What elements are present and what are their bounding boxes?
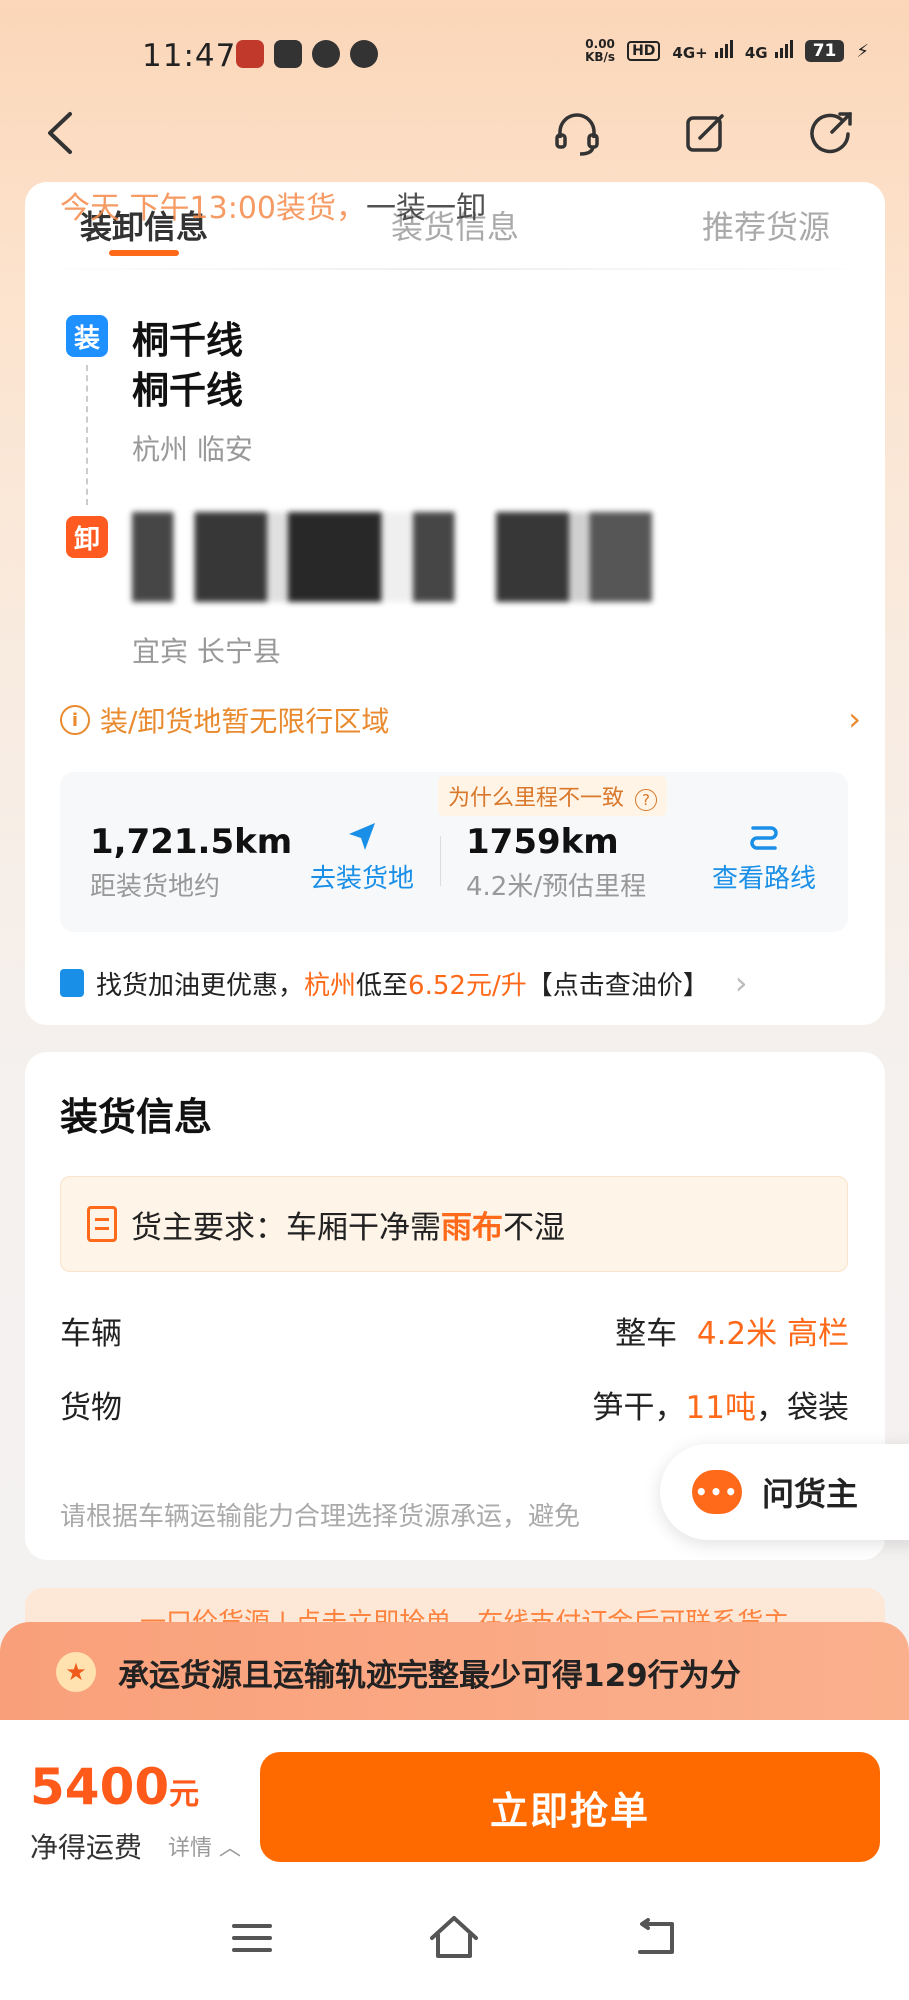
home-icon[interactable] bbox=[428, 1914, 480, 1960]
back-nav-icon[interactable] bbox=[634, 1918, 678, 1958]
route-dash-line bbox=[86, 365, 88, 505]
battery-icon: 71 bbox=[804, 40, 845, 62]
share-icon[interactable] bbox=[806, 108, 856, 158]
unload-area: 宜宾 长宁县 bbox=[132, 635, 281, 668]
tab-divider bbox=[25, 268, 885, 270]
net-freight-label: 净得运费 bbox=[30, 1831, 143, 1864]
app-notification-icon bbox=[236, 40, 264, 68]
chat-icon: ••• bbox=[692, 1470, 742, 1514]
status-time: 11:47 bbox=[142, 38, 237, 74]
unload-badge: 卸 bbox=[66, 516, 108, 558]
signal-bars-icon bbox=[774, 40, 793, 58]
load-address-line1: 桐千线 bbox=[132, 319, 243, 362]
fuel-promo[interactable]: 找货加油更优惠，杭州低至6.52元/升【点击查油价】 › bbox=[60, 964, 748, 1002]
restriction-notice[interactable]: i 装/卸货地暂无限行区域 bbox=[60, 700, 389, 740]
menu-icon[interactable] bbox=[232, 1920, 272, 1956]
edit-icon[interactable] bbox=[680, 108, 730, 158]
info-icon: i bbox=[60, 705, 90, 735]
chevron-up-icon: ︿ bbox=[219, 1836, 242, 1861]
vehicle-label: 车辆 bbox=[60, 1316, 122, 1352]
mileage-diff-hint[interactable]: 为什么里程不一致 ? bbox=[438, 776, 668, 816]
navigate-icon bbox=[349, 823, 375, 850]
transport-hint: 请根据车辆运输能力合理选择货源承运，避免 bbox=[60, 1502, 581, 1532]
media-icon bbox=[274, 40, 302, 68]
customer-service-icon[interactable] bbox=[552, 108, 602, 158]
notification-icons bbox=[236, 40, 378, 68]
cargo-section-title: 装货信息 bbox=[60, 1095, 213, 1139]
message-icon bbox=[350, 40, 378, 68]
go-to-load-button[interactable]: 去装货地 bbox=[302, 820, 422, 895]
route-icon bbox=[750, 826, 778, 850]
behavior-score-banner: ★ 承运货源且运输轨迹完整最少可得129行为分 bbox=[0, 1622, 909, 1722]
status-right: 0.00 KB/s HD 4G+ 4G 71 ⚡ bbox=[585, 38, 869, 64]
network-speed: 0.00 KB/s bbox=[585, 37, 616, 64]
ask-shipper-button[interactable]: ••• 问货主 bbox=[660, 1444, 909, 1540]
signal-bars-icon bbox=[714, 40, 733, 58]
star-icon: ★ bbox=[56, 1652, 96, 1692]
goods-value: 笋干，11吨，袋装 bbox=[592, 1390, 849, 1426]
estimated-mileage: 1759km bbox=[466, 822, 619, 862]
goods-label: 货物 bbox=[60, 1390, 122, 1426]
link-icon bbox=[312, 40, 340, 68]
unload-address-redacted bbox=[132, 512, 652, 602]
grab-order-button[interactable]: 立即抢单 bbox=[260, 1752, 880, 1862]
load-area: 杭州 临安 bbox=[132, 433, 253, 466]
price-detail-toggle[interactable]: 详情 ︿ bbox=[168, 1830, 241, 1862]
shipper-requirement: 货主要求：车厢干净需雨布不湿 bbox=[60, 1176, 848, 1272]
charging-icon: ⚡ bbox=[856, 40, 869, 62]
chevron-right-icon[interactable]: › bbox=[848, 700, 861, 738]
load-address-line2: 桐千线 bbox=[132, 369, 243, 412]
document-icon bbox=[87, 1206, 117, 1242]
signal-4g-plus: 4G+ bbox=[672, 40, 733, 62]
hd-icon: HD bbox=[627, 41, 661, 61]
tab-recommended[interactable]: 推荐货源 bbox=[702, 182, 830, 270]
view-route-button[interactable]: 查看路线 bbox=[704, 820, 824, 895]
chevron-right-icon: › bbox=[734, 964, 748, 1002]
load-badge: 装 bbox=[66, 315, 108, 357]
system-nav-bar bbox=[0, 1890, 909, 2000]
fuel-icon bbox=[60, 969, 84, 997]
distance-to-load: 1,721.5km bbox=[90, 822, 293, 862]
net-freight-price: 5400元 bbox=[30, 1758, 200, 1816]
question-icon: ? bbox=[635, 789, 658, 811]
back-icon[interactable] bbox=[42, 110, 82, 156]
distance-separator bbox=[440, 836, 441, 886]
loading-time-notice: 今天 下午13:00装货，一装一卸 bbox=[60, 191, 486, 226]
signal-4g: 4G bbox=[745, 40, 793, 62]
vehicle-value: 整车 4.2米 高栏 bbox=[615, 1316, 849, 1352]
distance-to-load-label: 距装货地约 bbox=[90, 872, 221, 902]
estimated-mileage-label: 4.2米/预估里程 bbox=[466, 872, 647, 902]
